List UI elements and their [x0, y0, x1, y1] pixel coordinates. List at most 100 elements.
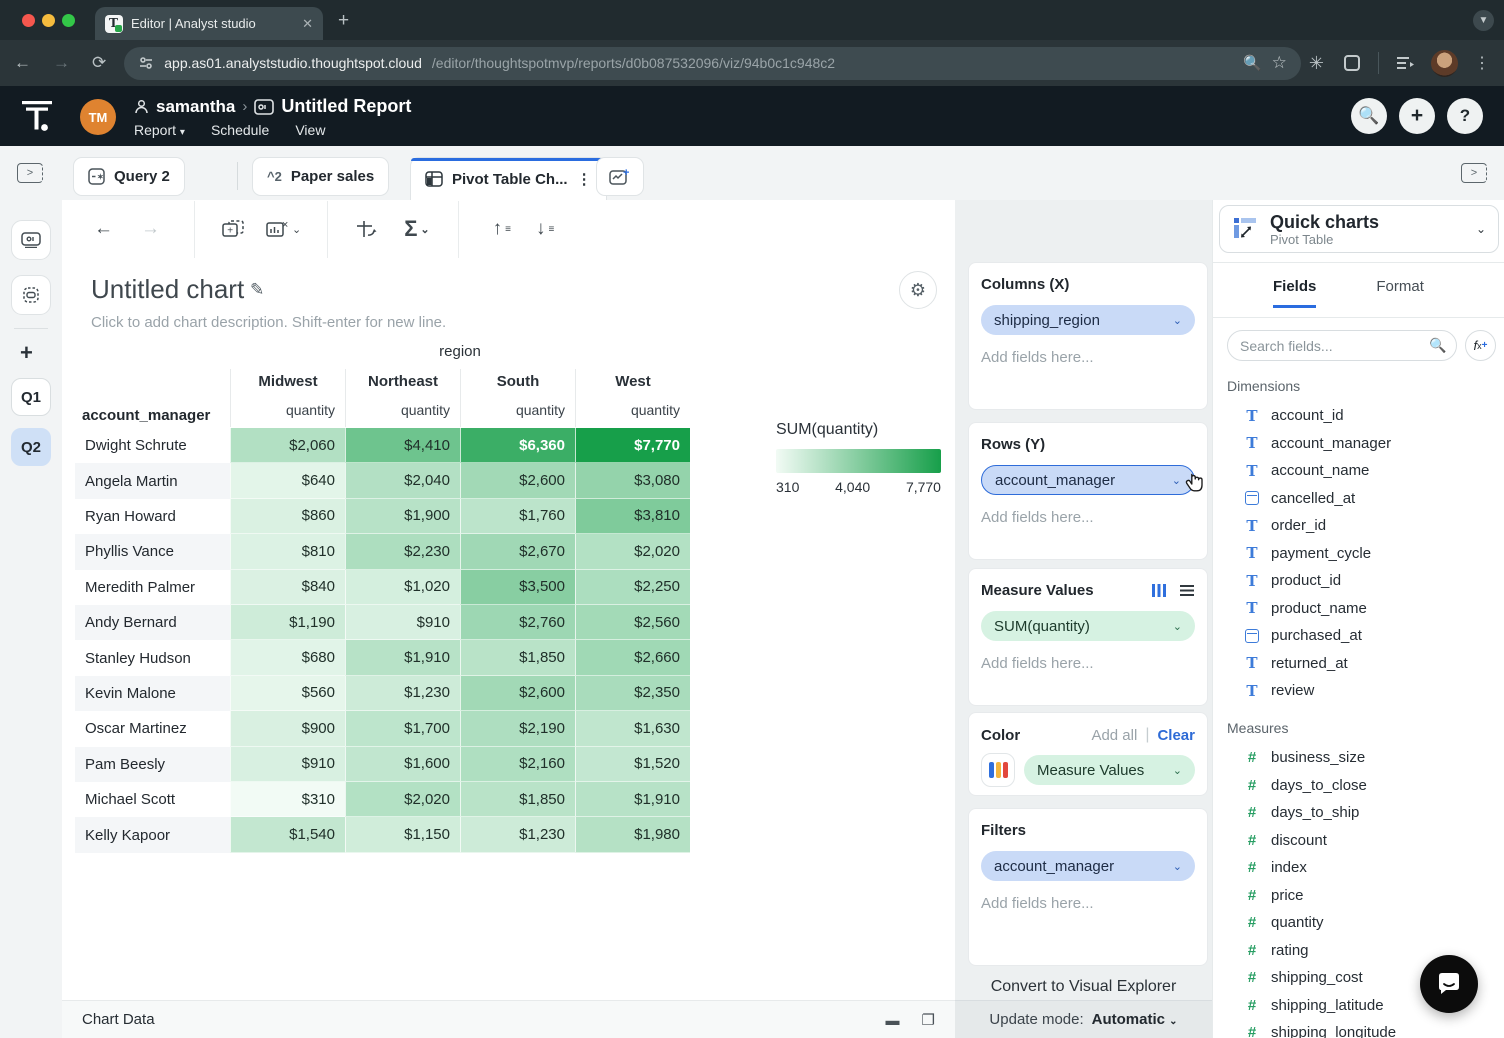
pivot-value-cell[interactable]: $1,230	[345, 676, 460, 711]
measure-field-pill[interactable]: SUM(quantity)⌄	[981, 611, 1195, 641]
columns-add-fields[interactable]: Add fields here...	[981, 349, 1195, 366]
pivot-value-cell[interactable]: $560	[230, 676, 345, 711]
pivot-row-name[interactable]: Kelly Kapoor	[75, 817, 230, 852]
dimension-item-account_id[interactable]: Taccount_id	[1213, 402, 1504, 430]
pivot-column-header[interactable]: South quantity	[460, 369, 575, 427]
tab-pivot-table-chart[interactable]: Pivot Table Ch... ⋮	[410, 157, 607, 200]
measure-item-index[interactable]: #index	[1213, 854, 1504, 882]
pivot-value-cell[interactable]: $640	[230, 463, 345, 498]
quick-charts-selector[interactable]: Quick charts Pivot Table ⌄	[1219, 205, 1499, 253]
pivot-value-cell[interactable]: $910	[345, 605, 460, 640]
pivot-value-cell[interactable]: $2,660	[575, 640, 690, 675]
tab-search-chevron-icon[interactable]: ▼	[1473, 10, 1494, 31]
dimension-item-purchased_at[interactable]: purchased_at	[1213, 622, 1504, 650]
dimension-item-review[interactable]: Treview	[1213, 677, 1504, 705]
tab-paper-sales[interactable]: ^2 Paper sales	[252, 157, 389, 196]
remove-visual-icon[interactable]: ✕ ⌄	[265, 219, 301, 239]
list-layout-icon[interactable]	[1179, 584, 1195, 597]
tab-options-kebab-icon[interactable]: ⋮	[577, 177, 592, 182]
new-chart-tab-button[interactable]: +	[596, 157, 644, 196]
filters-field-pill[interactable]: account_manager⌄	[981, 851, 1195, 881]
pivot-value-cell[interactable]: $1,700	[345, 711, 460, 746]
chevron-down-icon[interactable]: ⌄	[1173, 620, 1182, 633]
measure-item-price[interactable]: #price	[1213, 882, 1504, 910]
pivot-value-cell[interactable]: $1,980	[575, 817, 690, 852]
chart-description[interactable]: Click to add chart description. Shift-en…	[91, 314, 446, 331]
pivot-row-name[interactable]: Stanley Hudson	[75, 640, 230, 675]
pivot-value-cell[interactable]: $810	[230, 534, 345, 569]
pivot-value-cell[interactable]: $1,850	[460, 640, 575, 675]
browser-menu-kebab-icon[interactable]: ⋮	[1474, 53, 1490, 73]
pivot-value-cell[interactable]: $910	[230, 747, 345, 782]
chevron-down-icon[interactable]: ⌄	[1173, 860, 1182, 873]
search-fields-input[interactable]	[1240, 338, 1421, 354]
minimize-panel-icon[interactable]: ▬	[886, 1012, 900, 1028]
browser-tab[interactable]: Editor | Analyst studio ✕	[95, 7, 323, 40]
pivot-value-cell[interactable]: $2,230	[345, 534, 460, 569]
browser-forward-icon[interactable]: →	[53, 53, 70, 73]
search-fields-box[interactable]: 🔍	[1227, 330, 1457, 361]
search-button[interactable]: 🔍	[1351, 98, 1387, 134]
bookmark-star-icon[interactable]: ☆	[1272, 53, 1287, 73]
pivot-value-cell[interactable]: $1,850	[460, 782, 575, 817]
pivot-value-cell[interactable]: $2,020	[575, 534, 690, 569]
dimension-item-account_name[interactable]: Taccount_name	[1213, 457, 1504, 485]
chevron-down-icon[interactable]: ⌄	[292, 223, 301, 236]
measure-item-quantity[interactable]: #quantity	[1213, 909, 1504, 937]
rail-q2-button[interactable]: Q2	[11, 428, 51, 466]
aggregate-sigma-icon[interactable]: Σ ⌄	[404, 216, 429, 242]
pivot-row-name[interactable]: Angela Martin	[75, 463, 230, 498]
browser-back-icon[interactable]: ←	[14, 53, 31, 73]
dimension-item-order_id[interactable]: Torder_id	[1213, 512, 1504, 540]
pivot-column-header[interactable]: Midwest quantity	[230, 369, 345, 427]
pivot-value-cell[interactable]: $2,600	[460, 463, 575, 498]
pivot-row-name[interactable]: Pam Beesly	[75, 747, 230, 782]
pivot-value-cell[interactable]: $7,770	[575, 428, 690, 463]
pivot-value-cell[interactable]: $2,250	[575, 570, 690, 605]
rows-field-pill[interactable]: account_manager⌄	[981, 465, 1195, 495]
pivot-row-name[interactable]: Michael Scott	[75, 782, 230, 817]
close-tab-icon[interactable]: ✕	[302, 16, 313, 32]
pivot-column-header[interactable]: Northeast quantity	[345, 369, 460, 427]
pivot-value-cell[interactable]: $2,190	[460, 711, 575, 746]
minimize-window-button[interactable]	[42, 14, 55, 27]
pivot-value-cell[interactable]: $1,230	[460, 817, 575, 852]
pivot-row-name[interactable]: Oscar Martinez	[75, 711, 230, 746]
edit-title-pencil-icon[interactable]: ✎	[250, 280, 264, 300]
pivot-row-name[interactable]: Meredith Palmer	[75, 570, 230, 605]
pivot-value-cell[interactable]: $2,040	[345, 463, 460, 498]
maximize-panel-icon[interactable]: ❐	[922, 1011, 935, 1029]
pivot-value-cell[interactable]: $2,560	[575, 605, 690, 640]
add-visual-icon[interactable]: +	[221, 219, 245, 239]
pivot-value-cell[interactable]: $3,810	[575, 499, 690, 534]
pivot-value-cell[interactable]: $2,060	[230, 428, 345, 463]
pivot-value-cell[interactable]: $1,020	[345, 570, 460, 605]
pivot-value-cell[interactable]: $3,080	[575, 463, 690, 498]
tab-fields[interactable]: Fields	[1273, 278, 1316, 308]
pivot-value-cell[interactable]: $4,410	[345, 428, 460, 463]
rail-add-query-button[interactable]: +	[20, 340, 33, 366]
pivot-value-cell[interactable]: $2,160	[460, 747, 575, 782]
pivot-value-cell[interactable]: $310	[230, 782, 345, 817]
menu-schedule[interactable]: Schedule	[211, 122, 269, 138]
rail-report-icon[interactable]	[11, 220, 51, 260]
measure-item-discount[interactable]: #discount	[1213, 827, 1504, 855]
measure-item-days_to_close[interactable]: #days_to_close	[1213, 772, 1504, 800]
pivot-value-cell[interactable]: $2,600	[460, 676, 575, 711]
report-title[interactable]: Untitled Report	[281, 96, 411, 117]
collapse-left-panel-icon[interactable]: >	[17, 163, 43, 183]
sort-ascending-icon[interactable]: ↑≡	[493, 218, 510, 240]
color-palette-icon[interactable]	[981, 753, 1015, 787]
sort-descending-icon[interactable]: ↓≡	[536, 218, 553, 240]
dimension-item-payment_cycle[interactable]: Tpayment_cycle	[1213, 540, 1504, 568]
add-formula-button[interactable]: fx+	[1465, 330, 1496, 361]
dimension-item-cancelled_at[interactable]: cancelled_at	[1213, 485, 1504, 513]
measure-item-shipping_longitude[interactable]: #shipping_longitude	[1213, 1019, 1504, 1038]
dimension-item-returned_at[interactable]: Treturned_at	[1213, 650, 1504, 678]
pivot-value-cell[interactable]: $840	[230, 570, 345, 605]
pivot-value-cell[interactable]: $3,500	[460, 570, 575, 605]
pivot-value-cell[interactable]: $1,910	[345, 640, 460, 675]
pivot-value-cell[interactable]: $2,760	[460, 605, 575, 640]
thoughtspot-logo[interactable]	[22, 100, 52, 132]
pivot-value-cell[interactable]: $2,670	[460, 534, 575, 569]
